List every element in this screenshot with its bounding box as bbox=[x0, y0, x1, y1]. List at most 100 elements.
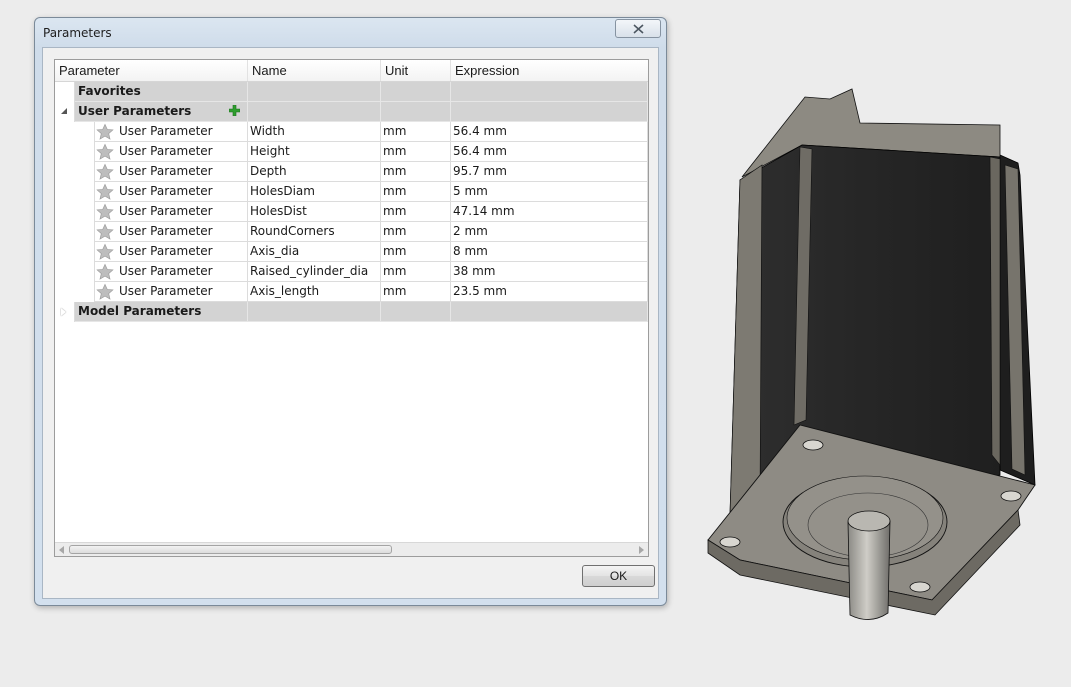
dialog-title: Parameters bbox=[43, 26, 112, 40]
name-cell[interactable]: RoundCorners bbox=[248, 222, 381, 242]
horizontal-scrollbar[interactable] bbox=[55, 542, 648, 556]
table-row[interactable]: User Parameter HolesDist mm 47.14 mm bbox=[55, 202, 648, 222]
name-cell[interactable]: Raised_cylinder_dia bbox=[248, 262, 381, 282]
star-icon[interactable] bbox=[96, 223, 114, 241]
expression-cell[interactable]: 38 mm bbox=[451, 262, 648, 282]
row-gutter bbox=[55, 242, 95, 262]
row-gutter bbox=[55, 262, 95, 282]
row-gutter bbox=[55, 162, 95, 182]
column-header-parameter[interactable]: Parameter bbox=[55, 60, 248, 81]
parameter-cell: User Parameter bbox=[95, 262, 248, 282]
table-row[interactable]: User Parameter Axis_length mm 23.5 mm bbox=[55, 282, 648, 302]
name-cell[interactable]: HolesDiam bbox=[248, 182, 381, 202]
parameter-type: User Parameter bbox=[119, 144, 213, 158]
expander-icon[interactable] bbox=[61, 108, 67, 114]
parameter-type: User Parameter bbox=[119, 264, 213, 278]
name-cell[interactable]: Height bbox=[248, 142, 381, 162]
parameter-cell: User Parameter bbox=[95, 242, 248, 262]
name-cell[interactable]: Axis_dia bbox=[248, 242, 381, 262]
parameter-cell: User Parameter bbox=[95, 182, 248, 202]
parameter-type: User Parameter bbox=[119, 184, 213, 198]
table-row[interactable]: User Parameter Height mm 56.4 mm bbox=[55, 142, 648, 162]
unit-cell[interactable]: mm bbox=[381, 182, 451, 202]
empty-cell bbox=[451, 102, 648, 122]
star-icon[interactable] bbox=[96, 243, 114, 261]
parameters-grid[interactable]: Parameter Name Unit Expression Favorites bbox=[54, 59, 649, 557]
add-parameter-icon[interactable] bbox=[229, 105, 240, 116]
parameter-type: User Parameter bbox=[119, 124, 213, 138]
unit-cell[interactable]: mm bbox=[381, 122, 451, 142]
empty-cell bbox=[248, 82, 381, 102]
user-parameters-label: User Parameters bbox=[78, 104, 192, 118]
name-cell[interactable]: HolesDist bbox=[248, 202, 381, 222]
row-gutter bbox=[55, 182, 95, 202]
parameter-type: User Parameter bbox=[119, 284, 213, 298]
empty-cell bbox=[451, 82, 648, 102]
unit-cell[interactable]: mm bbox=[381, 262, 451, 282]
table-row[interactable]: User Parameter Raised_cylinder_dia mm 38 mm bbox=[55, 262, 648, 282]
table-row[interactable]: User Parameter RoundCorners mm 2 mm bbox=[55, 222, 648, 242]
expression-cell[interactable]: 47.14 mm bbox=[451, 202, 648, 222]
row-gutter bbox=[55, 282, 95, 302]
model-parameters-group-label: Model Parameters bbox=[75, 302, 248, 322]
parameter-cell: User Parameter bbox=[95, 222, 248, 242]
unit-cell[interactable]: mm bbox=[381, 142, 451, 162]
empty-cell bbox=[248, 102, 381, 122]
expression-cell[interactable]: 95.7 mm bbox=[451, 162, 648, 182]
close-icon bbox=[632, 23, 644, 34]
star-icon[interactable] bbox=[96, 203, 114, 221]
expression-cell[interactable]: 23.5 mm bbox=[451, 282, 648, 302]
favorites-group-row[interactable]: Favorites bbox=[55, 82, 648, 102]
star-icon[interactable] bbox=[96, 263, 114, 281]
scroll-left-arrow-icon[interactable] bbox=[59, 546, 64, 554]
name-cell[interactable]: Depth bbox=[248, 162, 381, 182]
row-gutter bbox=[55, 142, 95, 162]
row-gutter bbox=[55, 122, 95, 142]
name-cell[interactable]: Axis_length bbox=[248, 282, 381, 302]
column-header-name[interactable]: Name bbox=[248, 60, 381, 81]
row-gutter bbox=[55, 82, 75, 102]
expression-cell[interactable]: 56.4 mm bbox=[451, 142, 648, 162]
table-row[interactable]: User Parameter Width mm 56.4 mm bbox=[55, 122, 648, 142]
unit-cell[interactable]: mm bbox=[381, 202, 451, 222]
parameter-type: User Parameter bbox=[119, 244, 213, 258]
ok-button[interactable]: OK bbox=[582, 565, 655, 587]
close-button[interactable] bbox=[615, 19, 661, 38]
expression-cell[interactable]: 8 mm bbox=[451, 242, 648, 262]
grid-header: Parameter Name Unit Expression bbox=[55, 60, 648, 82]
expander-icon[interactable] bbox=[61, 308, 66, 316]
star-icon[interactable] bbox=[96, 163, 114, 181]
scroll-thumb[interactable] bbox=[69, 545, 392, 554]
unit-cell[interactable]: mm bbox=[381, 282, 451, 302]
parameter-type: User Parameter bbox=[119, 164, 213, 178]
name-cell[interactable]: Width bbox=[248, 122, 381, 142]
star-icon[interactable] bbox=[96, 283, 114, 301]
unit-cell[interactable]: mm bbox=[381, 242, 451, 262]
expression-cell[interactable]: 5 mm bbox=[451, 182, 648, 202]
expression-cell[interactable]: 2 mm bbox=[451, 222, 648, 242]
user-parameters-group-label: User Parameters bbox=[75, 102, 248, 122]
empty-cell bbox=[248, 302, 381, 322]
parameter-cell: User Parameter bbox=[95, 162, 248, 182]
parameter-rows: User Parameter Width mm 56.4 mm User Paramet… bbox=[55, 122, 648, 302]
parameter-cell: User Parameter bbox=[95, 282, 248, 302]
scroll-right-arrow-icon[interactable] bbox=[639, 546, 644, 554]
star-icon[interactable] bbox=[96, 183, 114, 201]
table-row[interactable]: User Parameter HolesDiam mm 5 mm bbox=[55, 182, 648, 202]
parameter-cell: User Parameter bbox=[95, 142, 248, 162]
user-parameters-group-row[interactable]: User Parameters bbox=[55, 102, 648, 122]
table-row[interactable]: User Parameter Axis_dia mm 8 mm bbox=[55, 242, 648, 262]
stepper-motor-model[interactable] bbox=[700, 85, 1045, 630]
table-row[interactable]: User Parameter Depth mm 95.7 mm bbox=[55, 162, 648, 182]
expression-cell[interactable]: 56.4 mm bbox=[451, 122, 648, 142]
row-gutter bbox=[55, 202, 95, 222]
row-gutter bbox=[55, 102, 75, 122]
column-header-unit[interactable]: Unit bbox=[381, 60, 451, 81]
parameter-cell: User Parameter bbox=[95, 202, 248, 222]
unit-cell[interactable]: mm bbox=[381, 162, 451, 182]
star-icon[interactable] bbox=[96, 123, 114, 141]
model-parameters-group-row[interactable]: Model Parameters bbox=[55, 302, 648, 322]
star-icon[interactable] bbox=[96, 143, 114, 161]
column-header-expression[interactable]: Expression bbox=[451, 60, 648, 81]
unit-cell[interactable]: mm bbox=[381, 222, 451, 242]
